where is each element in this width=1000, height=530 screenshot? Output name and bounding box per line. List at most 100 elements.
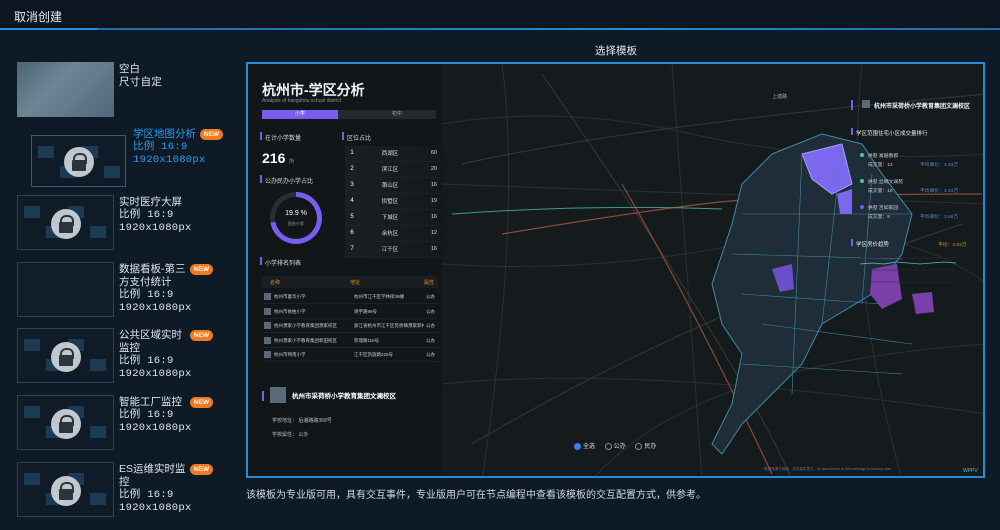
section-marker [260,257,262,265]
lock-icon [63,147,94,177]
district-name: 余杭区 [381,231,399,238]
thumbnail-panel [24,206,40,218]
school-row[interactable]: 杭州濮家小学教育集团新田校区 凯瑞路110号 公办 [262,334,438,348]
legend-public[interactable]: 公办 [614,444,626,450]
school-icon [264,307,271,315]
template-thumbnail[interactable] [31,135,126,187]
rank-item-price: 平均单价：4.23万 [920,189,959,194]
new-badge: NEW [190,464,213,475]
legend-private[interactable]: 民办 [644,444,656,450]
section-marker [262,391,264,401]
template-item[interactable]: 公共区域实时监控 比例 16:9 1920x1080px NEW [0,328,238,390]
legend-all[interactable]: 全选 [583,444,595,450]
template-size: 1920x1080px [119,368,192,380]
school-info-card[interactable]: 杭州市采荷桥小学教育集团文澜校区 学校地址： 后潮路路368号 学校属性： 公办 [260,381,440,445]
district-count: 20 [430,166,437,173]
rank-dot-icon [860,205,864,209]
school-row[interactable]: 杭州濮家小学教育集团濮家校区 浙江省杭州市江干区笕桥镇濮家新村北二幢公办 [262,319,438,333]
template-item[interactable]: 学区地图分析 比例 16:9 1920x1080px NEW [0,127,238,189]
thumbnail-panel [90,226,106,238]
template-title: 空白 [119,63,140,75]
template-title: 数据看板-第三方支付统计 [119,263,186,288]
template-ratio: 比例 16:9 [119,209,174,221]
template-item[interactable]: 智能工厂监控 比例 16:9 1920x1080px NEW [0,395,238,457]
school-address: 杭州市江干区学林街36幢 [354,294,405,299]
radio-private-icon[interactable] [635,442,643,450]
rank-label: 学区范围住宅小区成交量排行 [856,131,928,137]
col-type: 属性 [424,280,435,286]
district-rank: 6 [350,230,354,237]
rank-item-deals: 成交量：8 [868,215,890,220]
thumbnail-panel [24,339,40,351]
level-primary[interactable]: 小学 [262,110,338,119]
thumbnail-panel [90,359,106,371]
cancel-create-button[interactable]: 取消创建 [14,8,62,25]
template-item[interactable]: ES运维实时监控 比例 16:9 1920x1080px NEW [0,462,238,524]
radio-public-icon[interactable] [604,442,612,450]
template-thumbnail[interactable] [17,462,114,517]
rank-item-name: 拱墅 吉如家园 [868,206,899,211]
level-middle[interactable]: 初中 [392,110,402,119]
count-value: 216 所 [262,150,295,166]
radio-all-icon[interactable] [574,442,581,450]
template-title: 智能工厂监控 [119,396,182,408]
preview-title: 杭州市-学区分析 [262,82,365,98]
template-item[interactable]: 空白 尺寸自定 [0,62,238,124]
district-row: 6 余杭区 12 [345,226,441,242]
school-row[interactable]: 杭州市熙南小学 江干区凯旋路228号 公办 [262,348,438,362]
level-switch[interactable]: 小学 初中 [262,110,436,119]
section-marker [851,128,853,135]
thumbnail-panel [24,406,40,418]
school-name: 杭州市童华小学 [274,294,306,299]
school-row[interactable]: 杭州市依柏小学 谢宇路99号 公办 [262,305,438,319]
school-icon [264,293,271,300]
template-title: 学区地图分析 [133,128,196,140]
rank-item-price: 平均单价：4.33万 [920,163,959,168]
district-label: 区位占比 [347,136,372,142]
district-row: 1 西湖区 60 [345,146,441,162]
thumbnail-panel [38,146,54,158]
template-thumbnail[interactable] [17,195,114,250]
card-type: 学校属性： 公办 [272,432,309,438]
template-item[interactable]: 实时医疗大屏 比例 16:9 1920x1080px [0,195,238,257]
district-list: 1 西湖区 60 2 滨江区 20 3 萧山区 16 4 拱墅区 19 5 下城区 16 6 余杭区 12 7 江干区… [345,146,441,258]
top-bar: 取消创建 [0,0,1000,30]
ratio-value: 19.9 % [285,210,307,217]
template-sidebar[interactable]: 空白 尺寸自定 学区地图分析 比例 16:9 1920x1080px NEW 实时医疗大屏比… [0,30,238,530]
school-list-label: 小学排名列表 [265,261,302,267]
template-thumbnail[interactable] [17,328,114,383]
template-item[interactable]: 数据看板-第三方支付统计 比例 16:9 1920x1080px NEW [0,262,238,324]
thumbnail-panel [24,473,40,485]
district-count: 16 [430,246,437,253]
data-disclaimer: *数据来源于网络，并无真实意义，All data shown on this w… [763,467,892,471]
district-rank: 2 [350,166,354,173]
section-marker [260,175,262,183]
lock-icon [50,408,81,439]
district-row: 5 下城区 16 [345,210,441,226]
school-icon [264,322,271,329]
right-school-title: 杭州市采荷桥小学教育集团文澜校区 [874,104,971,110]
district-row: 2 滨江区 20 [345,162,441,178]
template-thumbnail[interactable] [17,62,114,117]
ratio-label: 公办民办小学占比 [265,179,314,185]
district-name: 下城区 [381,215,399,222]
school-type: 公办 [426,352,435,357]
district-count: 12 [430,230,437,237]
school-name: 杭州市依柏小学 [274,308,306,314]
type-legend[interactable]: 全选 公办 民办 [566,441,656,450]
school-row[interactable]: 杭州市童华小学 杭州市江干区学林街36幢 公办 [262,290,438,304]
section-marker [260,132,262,140]
template-ratio: 比例 16:9 [119,409,174,421]
school-list-header: 名称 地址 属性 [262,276,438,288]
section-title: 选择模板 [595,45,637,57]
template-title: 实时医疗大屏 [119,196,182,208]
new-badge: NEW [190,330,213,341]
template-thumbnail[interactable] [17,395,114,450]
school-thumb [862,100,870,108]
thumbnail-panel [90,493,106,505]
district-count: 16 [430,214,437,221]
template-ratio: 比例 16:9 [133,141,188,153]
school-type: 公办 [426,323,435,328]
template-size: 1920x1080px [119,422,192,434]
template-thumbnail[interactable] [17,262,114,317]
